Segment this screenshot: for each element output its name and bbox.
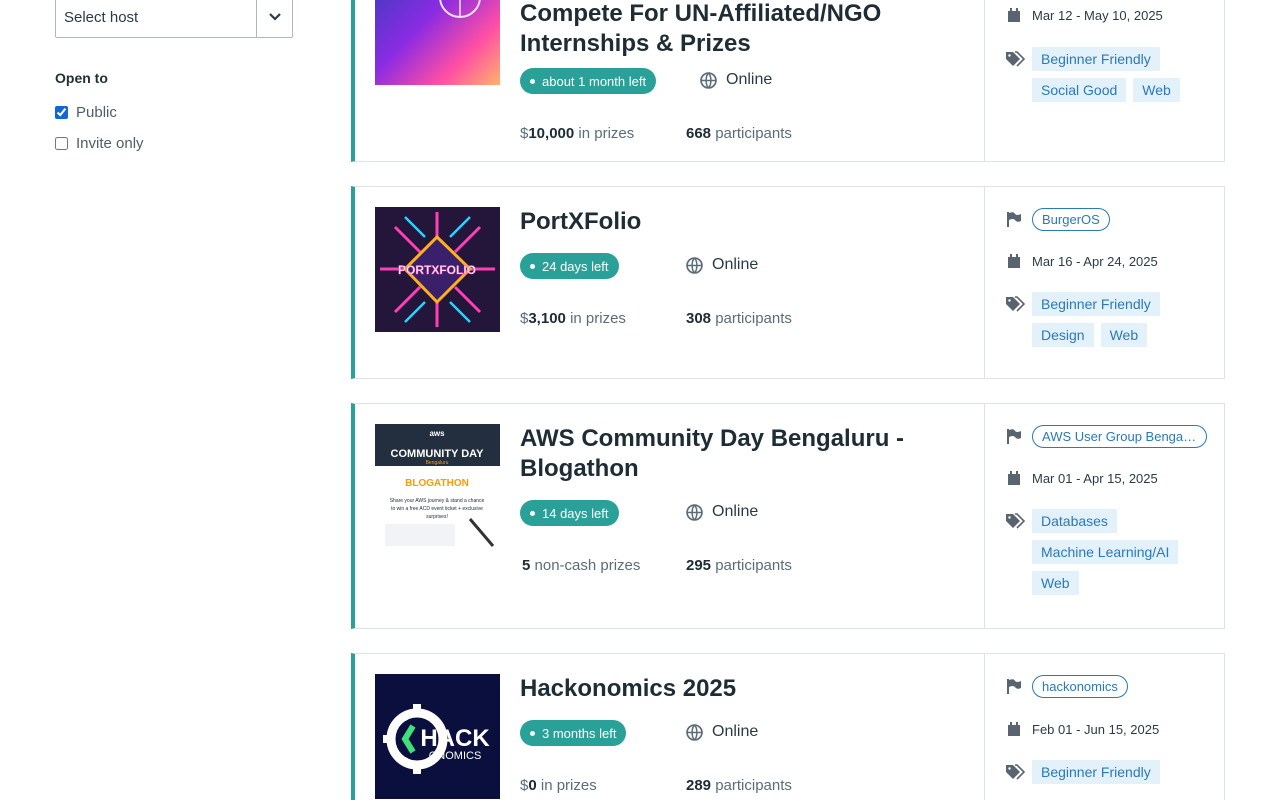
theme-tag[interactable]: Web	[1133, 78, 1180, 102]
theme-tag[interactable]: Web	[1100, 323, 1148, 347]
hackathon-title[interactable]: Compete For UN-Affiliated/NGO Internship…	[520, 0, 960, 59]
thumbnail-text: to win a free ACD event ticket + exclusi…	[391, 506, 483, 512]
hackathon-thumbnail: PORTXFOLIO	[375, 207, 500, 332]
public-checkbox[interactable]	[55, 106, 68, 119]
calendar-icon	[1004, 722, 1024, 737]
hackathon-card[interactable]: aws COMMUNITY DAY Bengaluru BLOGATHON Sh…	[351, 403, 1225, 629]
hackathon-card[interactable]: HACK ONOMICS Hackonomics 2025 3 months l…	[351, 653, 1225, 800]
tag-icon	[1006, 296, 1026, 317]
theme-tags: Beginner Friendly Design Web	[1032, 292, 1222, 347]
location: Online	[686, 256, 758, 274]
theme-tag[interactable]: Social Good	[1032, 78, 1127, 102]
globe-icon	[700, 71, 717, 89]
tag-icon	[1006, 764, 1026, 785]
hackathon-card[interactable]: Compete For UN-Affiliated/NGO Internship…	[351, 0, 1225, 162]
hackathon-thumbnail: aws COMMUNITY DAY Bengaluru BLOGATHON Sh…	[375, 424, 500, 549]
theme-tag[interactable]: Machine Learning/AI	[1032, 540, 1179, 564]
host-link[interactable]: hackonomics	[1032, 675, 1128, 698]
dates-row: Mar 16 - Apr 24, 2025	[1004, 254, 1158, 269]
tag-icon	[1006, 513, 1026, 534]
calendar-icon	[1004, 471, 1024, 486]
host-select[interactable]: Select host	[55, 0, 293, 38]
dates-row: Feb 01 - Jun 15, 2025	[1004, 722, 1159, 737]
invite-only-label: Invite only	[76, 135, 144, 152]
prize-amount: $10,000 in prizes	[520, 125, 635, 142]
flag-icon	[1004, 679, 1024, 694]
theme-tags: Databases Machine Learning/AI Web	[1032, 509, 1192, 595]
thumbnail-text: surprises!	[426, 514, 448, 520]
flag-icon	[1004, 429, 1024, 444]
status-badge: 3 months left	[520, 720, 627, 746]
open-to-heading: Open to	[55, 70, 108, 86]
thumbnail-text: Bengaluru	[426, 460, 449, 466]
thumbnail-text: COMMUNITY DAY	[391, 448, 485, 460]
host-select-value: Select host	[56, 0, 257, 37]
filter-invite-only[interactable]: Invite only	[55, 135, 144, 152]
public-label: Public	[76, 104, 117, 121]
status-badge: about 1 month left	[520, 68, 657, 94]
theme-tag[interactable]: Design	[1032, 323, 1094, 347]
calendar-icon	[1004, 254, 1024, 269]
tag-icon	[1006, 51, 1026, 72]
thumbnail-text: BLOGATHON	[405, 478, 469, 489]
location: Online	[686, 503, 758, 521]
theme-tags: Beginner Friendly	[1032, 760, 1222, 784]
participant-count: 308 participants	[686, 310, 792, 327]
thumbnail-text: aws	[429, 429, 445, 438]
thumbnail-text: PORTXFOLIO	[398, 263, 476, 277]
hackathon-thumbnail	[375, 0, 500, 85]
globe-icon	[686, 723, 703, 741]
status-badge: 24 days left	[520, 253, 619, 279]
prize-amount: 5 non-cash prizes	[522, 557, 641, 574]
theme-tags: Beginner Friendly Social Good Web	[1032, 47, 1222, 102]
calendar-icon	[1004, 8, 1024, 23]
host-row: BurgerOS	[1004, 208, 1110, 231]
participant-count: 295 participants	[686, 557, 792, 574]
theme-tag[interactable]: Databases	[1032, 509, 1117, 533]
thumbnail-text: Share your AWS journey & stand a chance	[390, 498, 485, 504]
host-link[interactable]: AWS User Group Bengaluru	[1032, 425, 1207, 448]
theme-tag[interactable]: Beginner Friendly	[1032, 760, 1160, 784]
hackathon-title[interactable]: PortXFolio	[520, 207, 960, 237]
dates-row: Mar 01 - Apr 15, 2025	[1004, 471, 1158, 486]
status-badge: 14 days left	[520, 500, 619, 526]
theme-tag[interactable]: Beginner Friendly	[1032, 292, 1160, 316]
hackathon-title[interactable]: Hackonomics 2025	[520, 674, 960, 704]
hackathon-title[interactable]: AWS Community Day Bengaluru - Blogathon	[520, 424, 960, 484]
theme-tag[interactable]: Web	[1032, 571, 1079, 595]
host-link[interactable]: BurgerOS	[1032, 208, 1110, 231]
invite-only-checkbox[interactable]	[55, 137, 68, 150]
globe-icon	[686, 503, 703, 521]
hackathon-card[interactable]: PORTXFOLIO PortXFolio 24 days left Onlin…	[351, 186, 1225, 379]
flag-icon	[1004, 212, 1024, 227]
participant-count: 668 participants	[686, 125, 792, 142]
hackathon-thumbnail: HACK ONOMICS	[375, 674, 500, 799]
prize-amount: $0 in prizes	[520, 777, 597, 794]
location: Online	[700, 71, 772, 89]
chevron-down-icon[interactable]	[257, 0, 292, 37]
host-row: hackonomics	[1004, 675, 1128, 698]
thumbnail-text: ONOMICS	[429, 750, 482, 762]
filter-public[interactable]: Public	[55, 104, 117, 121]
dates-row: Mar 12 - May 10, 2025	[1004, 8, 1163, 23]
thumbnail-text: HACK	[420, 725, 490, 752]
prize-amount: $3,100 in prizes	[520, 310, 626, 327]
theme-tag[interactable]: Beginner Friendly	[1032, 47, 1160, 71]
location: Online	[686, 723, 758, 741]
participant-count: 289 participants	[686, 777, 792, 794]
host-row: AWS User Group Bengaluru	[1004, 425, 1207, 448]
globe-icon	[686, 256, 703, 274]
